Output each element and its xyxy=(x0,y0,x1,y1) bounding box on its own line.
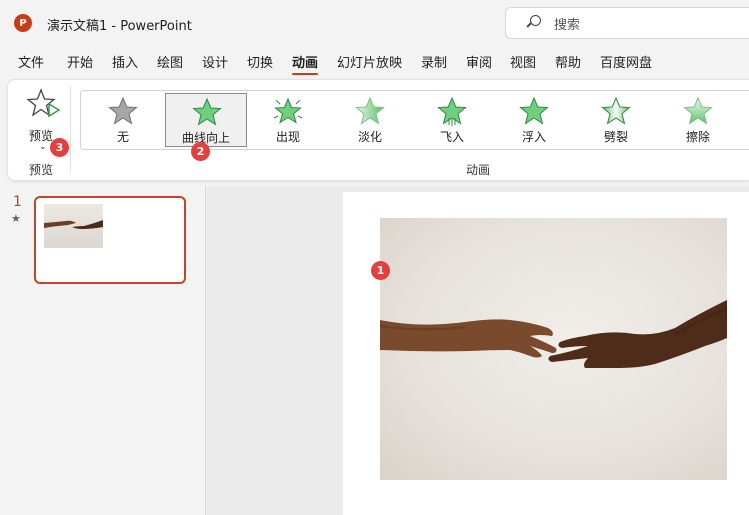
tab-home[interactable]: 开始 xyxy=(67,52,93,76)
effect-appear[interactable]: 出现 xyxy=(247,93,329,147)
star-green-icon xyxy=(192,97,222,126)
effect-wipe[interactable]: 擦除 xyxy=(657,93,739,147)
title-bar: P 演示文稿1 - PowerPoint 搜索 xyxy=(0,0,749,46)
annotation-badge-1: 1 xyxy=(371,261,390,280)
effect-label: 飞入 xyxy=(439,130,464,144)
effect-label: 劈裂 xyxy=(603,130,628,144)
star-wipe-icon xyxy=(683,96,713,125)
tab-draw[interactable]: 绘图 xyxy=(157,52,183,76)
effect-label: 浮入 xyxy=(521,130,546,144)
effect-none[interactable]: 无 xyxy=(82,93,164,147)
thumbnail-image xyxy=(44,204,103,248)
animation-marker-icon: ★ xyxy=(11,212,21,225)
star-fade-icon xyxy=(355,96,385,125)
tab-file[interactable]: 文件 xyxy=(18,52,44,76)
star-split-icon xyxy=(601,96,631,125)
effect-label: 出现 xyxy=(275,130,300,144)
effect-label: 淡化 xyxy=(357,130,382,144)
star-burst-icon xyxy=(273,97,303,124)
tab-transitions[interactable]: 切换 xyxy=(247,52,273,76)
window-title: 演示文稿1 - PowerPoint xyxy=(47,19,192,34)
search-icon xyxy=(526,15,542,31)
slide-number: 1 xyxy=(13,194,22,210)
slide-photo[interactable] xyxy=(380,218,727,480)
slide-thumbnail[interactable] xyxy=(34,196,186,284)
animation-gallery: 无 曲线向上 出现 淡化 飞入 浮入 劈裂 擦除 xyxy=(80,90,749,150)
tab-view[interactable]: 视图 xyxy=(510,52,536,76)
group-divider xyxy=(70,86,71,172)
effect-label: 擦除 xyxy=(685,130,710,144)
star-float-icon xyxy=(519,96,549,125)
chevron-down-icon[interactable]: ⌄ xyxy=(39,142,47,152)
group-label-preview: 预览 xyxy=(29,163,54,177)
hands-illustration xyxy=(380,300,727,368)
annotation-badge-2: 2 xyxy=(191,142,210,161)
slide-thumbnail-pane: 1 ★ xyxy=(0,186,206,515)
tab-baidu-netdisk[interactable]: 百度网盘 xyxy=(600,52,652,76)
annotation-badge-3: 3 xyxy=(50,138,69,157)
star-fly-icon xyxy=(437,96,467,126)
effect-label: 无 xyxy=(116,130,129,144)
group-label-animations: 动画 xyxy=(466,163,491,177)
effect-fly-in[interactable]: 飞入 xyxy=(411,93,493,147)
powerpoint-logo-icon: P xyxy=(14,14,32,32)
ribbon-panel: 预览 ⌄ 预览 无 曲线向上 出现 淡化 飞入 浮入 劈裂 擦除 动画 xyxy=(7,79,749,181)
tab-record[interactable]: 录制 xyxy=(421,52,447,76)
effect-fade[interactable]: 淡化 xyxy=(329,93,411,147)
tab-insert[interactable]: 插入 xyxy=(112,52,138,76)
search-input[interactable]: 搜索 xyxy=(554,14,580,33)
search-box[interactable]: 搜索 xyxy=(505,7,749,39)
tab-design[interactable]: 设计 xyxy=(202,52,228,76)
effect-curve-up[interactable]: 曲线向上 xyxy=(165,93,247,147)
preview-star-icon xyxy=(26,88,60,118)
tab-help[interactable]: 帮助 xyxy=(555,52,581,76)
tab-animations[interactable]: 动画 xyxy=(292,52,319,76)
star-grey-icon xyxy=(108,96,138,125)
effect-split[interactable]: 劈裂 xyxy=(575,93,657,147)
tab-review[interactable]: 审阅 xyxy=(466,52,492,76)
tab-slideshow[interactable]: 幻灯片放映 xyxy=(337,52,402,76)
effect-float-in[interactable]: 浮入 xyxy=(493,93,575,147)
